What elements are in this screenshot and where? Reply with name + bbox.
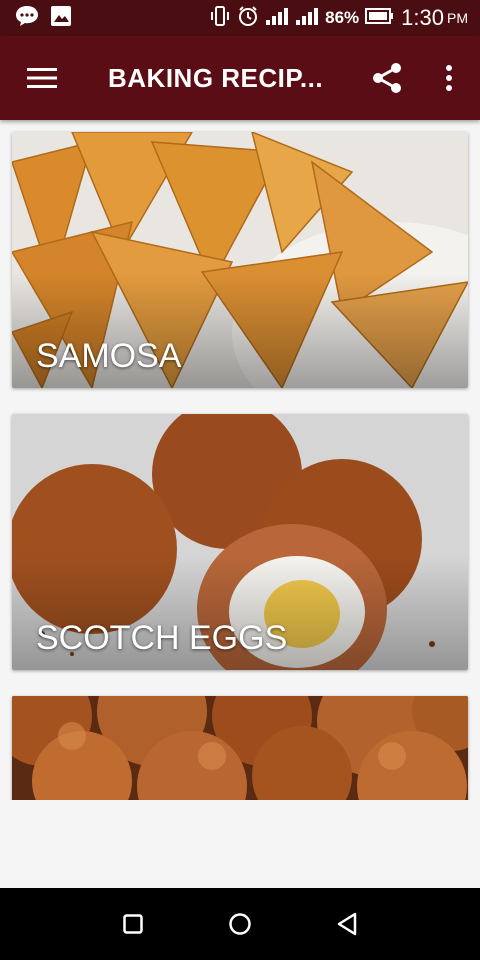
recipe-list[interactable]: SAMOSA SCOTCH EGGS — [0, 120, 480, 800]
recipe-title: SAMOSA — [36, 337, 182, 375]
chat-bubble-icon — [14, 4, 40, 33]
battery-percent: 86% — [325, 8, 360, 27]
recipe-card-puff-puff[interactable] — [12, 696, 468, 800]
clock-time: 1:30 — [401, 5, 444, 30]
status-bar: 86% 1:30 PM — [0, 0, 480, 36]
back-triangle-icon — [337, 912, 356, 936]
share-icon — [373, 63, 401, 93]
home-button[interactable] — [210, 894, 270, 954]
app-bar: BAKING RECIP... — [0, 36, 480, 120]
alarm-icon — [237, 5, 259, 32]
more-vert-icon — [446, 65, 452, 91]
hamburger-menu-icon — [27, 68, 57, 88]
more-options-button[interactable] — [418, 36, 480, 120]
app-title: BAKING RECIP... — [108, 62, 324, 93]
recents-square-icon — [123, 914, 144, 934]
recipe-title: SCOTCH EGGS — [36, 619, 288, 657]
vibrate-icon — [209, 5, 231, 32]
signal-icon — [295, 6, 319, 31]
ad-banner-area — [0, 800, 480, 888]
battery-icon — [365, 7, 395, 30]
home-circle-icon — [229, 913, 251, 935]
fried-dough-photo — [12, 696, 468, 800]
recipe-card-scotch-eggs[interactable]: SCOTCH EGGS — [12, 414, 468, 670]
recents-button[interactable] — [103, 894, 163, 954]
image-icon — [50, 5, 72, 32]
clock-ampm: PM — [447, 10, 468, 26]
menu-button[interactable] — [0, 36, 84, 120]
back-button[interactable] — [317, 894, 377, 954]
share-button[interactable] — [356, 36, 418, 120]
system-nav-bar — [0, 888, 480, 960]
signal-icon — [265, 6, 289, 31]
recipe-card-samosa[interactable]: SAMOSA — [12, 132, 468, 388]
